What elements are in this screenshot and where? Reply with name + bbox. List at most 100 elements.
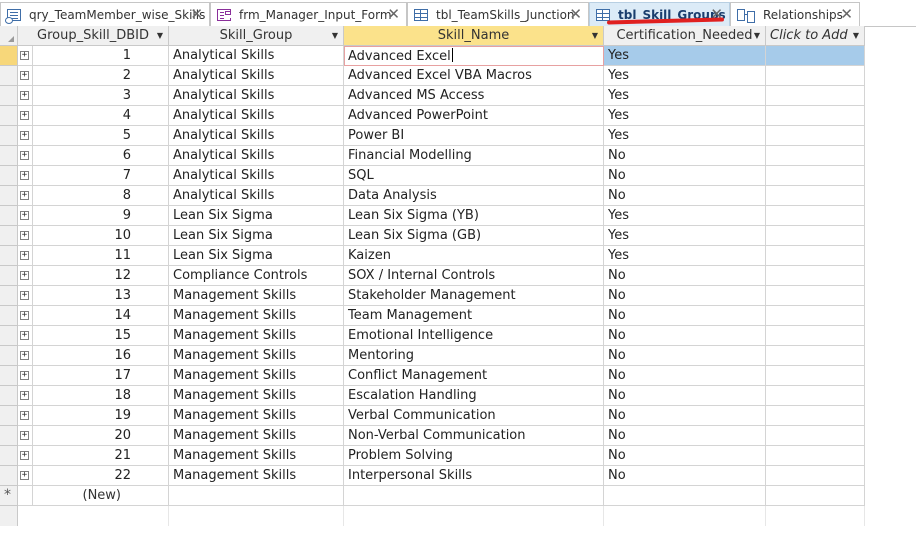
cell-group-skill-dbid[interactable]: 18	[33, 386, 169, 406]
expand-plus-icon[interactable]: +	[20, 271, 29, 280]
cell-skill-name[interactable]: SQL	[344, 166, 604, 186]
cell-skill-group[interactable]: Analytical Skills	[169, 126, 344, 146]
cell-certification-needed[interactable]: Yes	[604, 246, 766, 266]
cell-skill-group[interactable]: Analytical Skills	[169, 46, 344, 66]
cell-skill-name[interactable]: Data Analysis	[344, 186, 604, 206]
cell-certification-needed[interactable]: No	[604, 286, 766, 306]
expand-plus-icon[interactable]: +	[20, 371, 29, 380]
cell-certification-needed[interactable]: Yes	[604, 206, 766, 226]
expand-plus-icon[interactable]: +	[20, 171, 29, 180]
close-icon[interactable]: ✕	[569, 7, 582, 22]
cell-skill-name[interactable]: Conflict Management	[344, 366, 604, 386]
tab-relationships[interactable]: Relationships ✕	[730, 2, 860, 27]
cell-group-skill-dbid[interactable]: 14	[33, 306, 169, 326]
cell-click-to-add[interactable]	[766, 286, 865, 306]
cell-certification-needed[interactable]: No	[604, 366, 766, 386]
cell-group-skill-dbid[interactable]: 16	[33, 346, 169, 366]
cell-certification-needed[interactable]: Yes	[604, 46, 766, 66]
cell-skill-name[interactable]: Advanced Excel VBA Macros	[344, 66, 604, 86]
cell-click-to-add[interactable]	[766, 206, 865, 226]
expand-plus-icon[interactable]: +	[20, 391, 29, 400]
cell-click-to-add[interactable]	[766, 186, 865, 206]
cell-skill-group[interactable]: Analytical Skills	[169, 166, 344, 186]
cell-click-to-add[interactable]	[766, 366, 865, 386]
record-selector[interactable]	[0, 206, 18, 226]
record-selector[interactable]	[0, 166, 18, 186]
cell-certification-needed[interactable]: No	[604, 146, 766, 166]
cell-click-to-add[interactable]	[766, 406, 865, 426]
cell-skill-name[interactable]: Emotional Intelligence	[344, 326, 604, 346]
cell-skill-group[interactable]: Analytical Skills	[169, 86, 344, 106]
cell-group-skill-dbid[interactable]: 3	[33, 86, 169, 106]
cell-skill-group[interactable]: Analytical Skills	[169, 186, 344, 206]
cell-group-skill-dbid[interactable]: 1	[33, 46, 169, 66]
cell-group-skill-dbid[interactable]: 8	[33, 186, 169, 206]
cell-skill-name[interactable]: Escalation Handling	[344, 386, 604, 406]
new-record-cell[interactable]	[604, 486, 766, 506]
cell-click-to-add[interactable]	[766, 466, 865, 486]
cell-skill-group[interactable]: Analytical Skills	[169, 106, 344, 126]
record-selector[interactable]	[0, 246, 18, 266]
cell-skill-name[interactable]: SOX / Internal Controls	[344, 266, 604, 286]
cell-skill-name[interactable]: Team Management	[344, 306, 604, 326]
cell-certification-needed[interactable]: No	[604, 426, 766, 446]
cell-group-skill-dbid[interactable]: 19	[33, 406, 169, 426]
record-selector[interactable]	[0, 326, 18, 346]
cell-skill-name[interactable]: Lean Six Sigma (YB)	[344, 206, 604, 226]
cell-certification-needed[interactable]: No	[604, 306, 766, 326]
cell-skill-name[interactable]: Verbal Communication	[344, 406, 604, 426]
record-selector[interactable]	[0, 266, 18, 286]
cell-skill-group[interactable]: Compliance Controls	[169, 266, 344, 286]
new-record-cell[interactable]	[344, 486, 604, 506]
record-selector[interactable]	[0, 366, 18, 386]
cell-skill-name[interactable]: Power BI	[344, 126, 604, 146]
expand-plus-icon[interactable]: +	[20, 291, 29, 300]
new-record-selector[interactable]: *	[0, 486, 18, 506]
cell-certification-needed[interactable]: No	[604, 266, 766, 286]
cell-group-skill-dbid[interactable]: 22	[33, 466, 169, 486]
column-header-click-to-add[interactable]: Click to Add ▼	[766, 26, 865, 46]
cell-certification-needed[interactable]: Yes	[604, 106, 766, 126]
cell-group-skill-dbid[interactable]: 17	[33, 366, 169, 386]
expand-plus-icon[interactable]: +	[20, 71, 29, 80]
column-header-skill-group[interactable]: Skill_Group ▼	[169, 26, 344, 46]
cell-click-to-add[interactable]	[766, 386, 865, 406]
record-selector[interactable]	[0, 426, 18, 446]
cell-group-skill-dbid[interactable]: 4	[33, 106, 169, 126]
cell-click-to-add[interactable]	[766, 426, 865, 446]
cell-certification-needed[interactable]: No	[604, 326, 766, 346]
select-all-corner[interactable]	[0, 26, 18, 46]
expand-plus-icon[interactable]: +	[20, 351, 29, 360]
expand-plus-icon[interactable]: +	[20, 431, 29, 440]
close-icon[interactable]: ✕	[387, 7, 400, 22]
cell-skill-name[interactable]: Kaizen	[344, 246, 604, 266]
cell-certification-needed[interactable]: Yes	[604, 86, 766, 106]
new-record-cell[interactable]	[169, 486, 344, 506]
cell-certification-needed[interactable]: No	[604, 386, 766, 406]
cell-skill-group[interactable]: Management Skills	[169, 326, 344, 346]
cell-certification-needed[interactable]: No	[604, 186, 766, 206]
close-icon[interactable]: ✕	[840, 7, 853, 22]
expand-plus-icon[interactable]: +	[20, 91, 29, 100]
record-selector[interactable]	[0, 66, 18, 86]
tab-tbl-teamskills-junction[interactable]: tbl_TeamSkills_Junction ✕	[407, 2, 589, 27]
cell-certification-needed[interactable]: Yes	[604, 66, 766, 86]
cell-group-skill-dbid[interactable]: 11	[33, 246, 169, 266]
cell-group-skill-dbid[interactable]: 10	[33, 226, 169, 246]
cell-skill-group[interactable]: Management Skills	[169, 466, 344, 486]
cell-click-to-add[interactable]	[766, 246, 865, 266]
cell-skill-name[interactable]: Problem Solving	[344, 446, 604, 466]
cell-click-to-add[interactable]	[766, 226, 865, 246]
cell-group-skill-dbid[interactable]: 12	[33, 266, 169, 286]
cell-group-skill-dbid[interactable]: 9	[33, 206, 169, 226]
dropdown-arrow-icon[interactable]: ▼	[853, 26, 859, 45]
cell-group-skill-dbid[interactable]: 2	[33, 66, 169, 86]
column-header-certification-needed[interactable]: Certification_Needed ▼	[604, 26, 766, 46]
expand-plus-icon[interactable]: +	[20, 451, 29, 460]
cell-group-skill-dbid[interactable]: 5	[33, 126, 169, 146]
cell-click-to-add[interactable]	[766, 46, 865, 66]
record-selector[interactable]	[0, 146, 18, 166]
expand-plus-icon[interactable]: +	[20, 111, 29, 120]
record-selector[interactable]	[0, 46, 18, 66]
cell-click-to-add[interactable]	[766, 106, 865, 126]
